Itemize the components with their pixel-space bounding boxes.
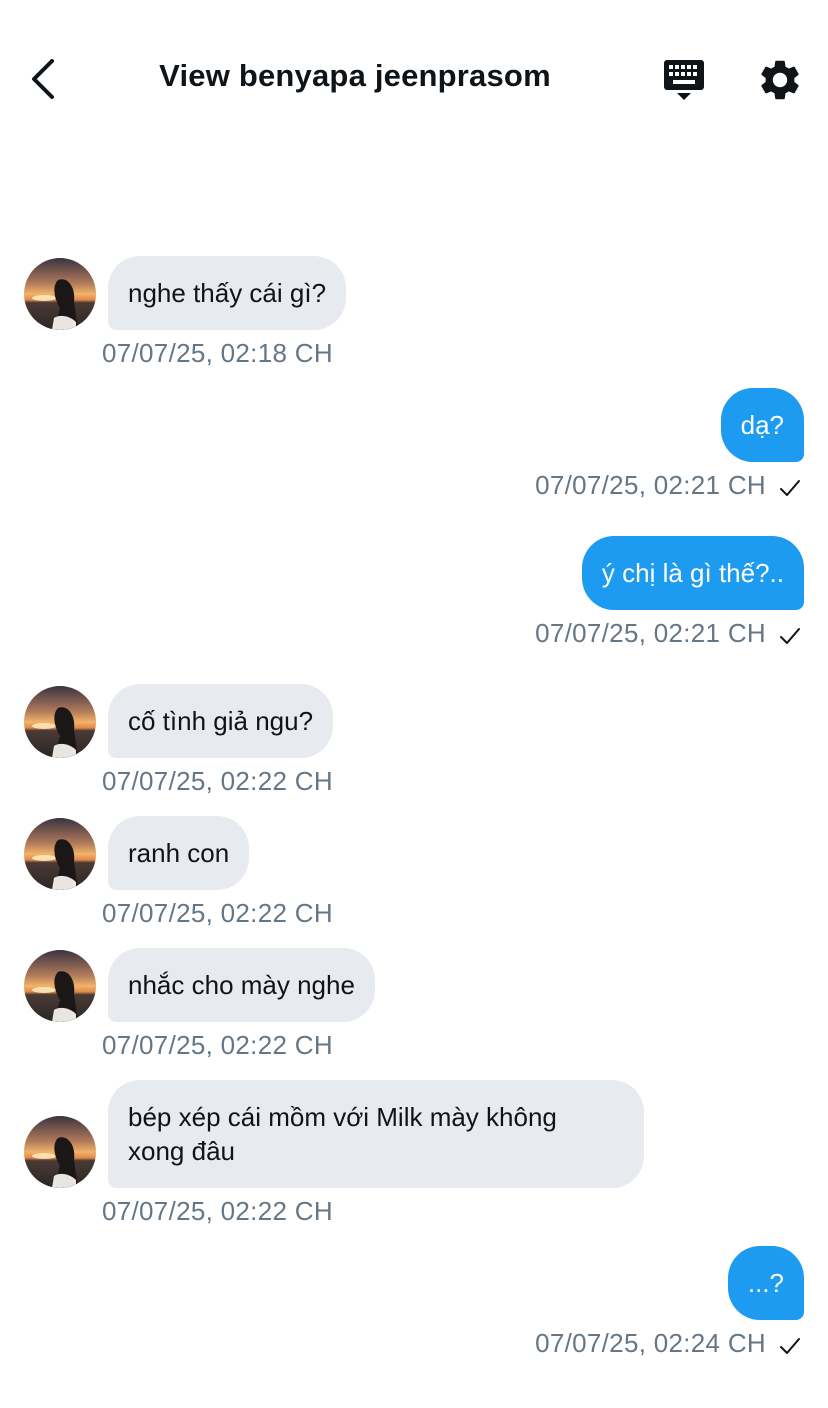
avatar[interactable] xyxy=(24,818,96,890)
message-bubble-incoming[interactable]: ranh con xyxy=(108,816,250,890)
avatar[interactable] xyxy=(24,1116,96,1188)
keyboard-icon xyxy=(664,60,704,100)
message-timestamp: 07/07/25, 02:22 CH xyxy=(102,1030,333,1060)
message-timestamp: 07/07/25, 02:22 CH xyxy=(102,898,333,928)
message-bubble-outgoing[interactable]: ...? xyxy=(727,1246,804,1320)
message-bubble-incoming[interactable]: nhắc cho mày nghe xyxy=(108,948,375,1022)
message-timestamp: 07/07/25, 02:18 CH xyxy=(102,338,333,368)
message-timestamp: 07/07/25, 02:21 CH xyxy=(535,618,766,648)
message-bubble-incoming[interactable]: cố tình giả ngu? xyxy=(108,684,334,758)
message-bubble-outgoing[interactable]: ý chị là gì thế?.. xyxy=(581,536,804,610)
avatar[interactable] xyxy=(24,258,96,330)
message-bubble-outgoing[interactable]: dạ? xyxy=(720,388,804,462)
message-timestamp: 07/07/25, 02:22 CH xyxy=(102,1196,333,1226)
check-icon xyxy=(780,1338,800,1354)
settings-button[interactable] xyxy=(756,56,804,104)
chevron-left-icon xyxy=(32,59,54,99)
check-icon xyxy=(780,480,800,496)
gear-icon xyxy=(761,60,799,100)
check-icon xyxy=(780,628,800,644)
avatar[interactable] xyxy=(24,950,96,1022)
avatar[interactable] xyxy=(24,686,96,758)
back-button[interactable] xyxy=(28,56,64,102)
page-title: View benyapa jeenprasom xyxy=(159,58,551,93)
message-timestamp: 07/07/25, 02:21 CH xyxy=(535,470,766,500)
chat-header: View benyapa jeenprasom xyxy=(0,0,828,160)
message-bubble-incoming[interactable]: bép xép cái mồm với Milk mày không xong … xyxy=(108,1080,644,1188)
message-timestamp: 07/07/25, 02:22 CH xyxy=(102,766,333,796)
message-timestamp: 07/07/25, 02:24 CH xyxy=(535,1328,766,1358)
message-bubble-incoming[interactable]: nghe thấy cái gì? xyxy=(108,256,347,330)
keyboard-button[interactable] xyxy=(660,56,708,104)
